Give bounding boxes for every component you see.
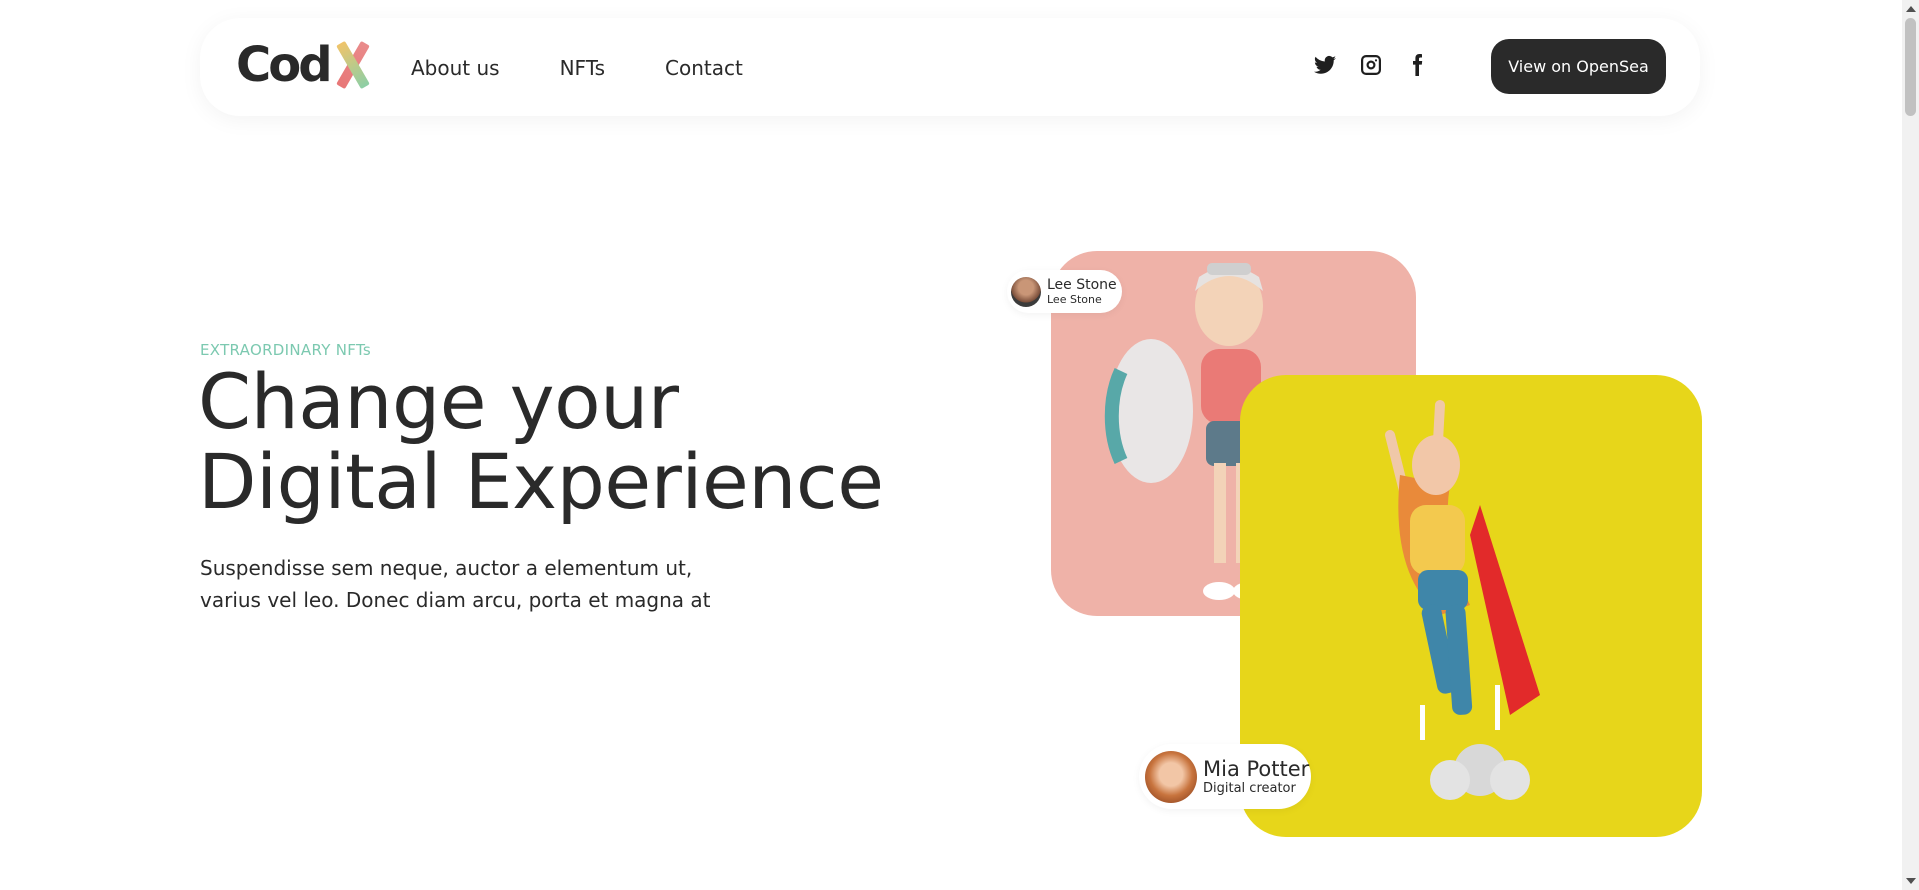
avatar bbox=[1145, 750, 1197, 803]
creator-info: Lee Stone Lee Stone bbox=[1047, 276, 1117, 306]
creator-role: Lee Stone bbox=[1047, 292, 1102, 306]
nav-link-nfts[interactable]: NFTs bbox=[560, 54, 605, 82]
logo[interactable]: Cod bbox=[236, 40, 370, 90]
nav-link-contact[interactable]: Contact bbox=[665, 54, 743, 82]
social-links bbox=[1312, 52, 1430, 78]
facebook-icon[interactable] bbox=[1404, 52, 1430, 78]
instagram-icon[interactable] bbox=[1358, 52, 1384, 78]
creator-name: Mia Potter bbox=[1203, 756, 1310, 781]
vertical-scrollbar[interactable] bbox=[1902, 0, 1919, 890]
site-header: Cod About us NFTs Contact View on OpenSe… bbox=[200, 18, 1700, 116]
creator-chip-lee[interactable]: Lee Stone Lee Stone bbox=[1007, 270, 1122, 313]
hero-description-line-2: varius vel leo. Donec diam arcu, porta e… bbox=[200, 588, 711, 612]
hero-title: Change your Digital Experience bbox=[198, 362, 958, 522]
main-nav: About us NFTs Contact bbox=[411, 54, 743, 82]
hero-title-line-1: Change your bbox=[198, 357, 679, 446]
logo-x-mark bbox=[332, 42, 370, 88]
creator-name: Lee Stone bbox=[1047, 276, 1117, 293]
logo-text: Cod bbox=[236, 37, 333, 93]
hero-title-line-2: Digital Experience bbox=[198, 437, 884, 526]
scroll-down-arrow-icon[interactable] bbox=[1906, 878, 1916, 884]
hero-description-line-1: Suspendisse sem neque, auctor a elementu… bbox=[200, 556, 693, 580]
creator-role: Digital creator bbox=[1203, 780, 1296, 796]
nav-link-about[interactable]: About us bbox=[411, 54, 500, 82]
creator-chip-mia[interactable]: Mia Potter Digital creator bbox=[1139, 744, 1311, 809]
view-on-opensea-button[interactable]: View on OpenSea bbox=[1491, 39, 1666, 94]
creator-info: Mia Potter Digital creator bbox=[1203, 756, 1310, 796]
scroll-up-arrow-icon[interactable] bbox=[1906, 6, 1916, 12]
hero-description: Suspendisse sem neque, auctor a elementu… bbox=[200, 552, 740, 616]
twitter-icon[interactable] bbox=[1312, 52, 1338, 78]
avatar bbox=[1011, 276, 1041, 307]
scrollbar-thumb[interactable] bbox=[1905, 18, 1916, 116]
